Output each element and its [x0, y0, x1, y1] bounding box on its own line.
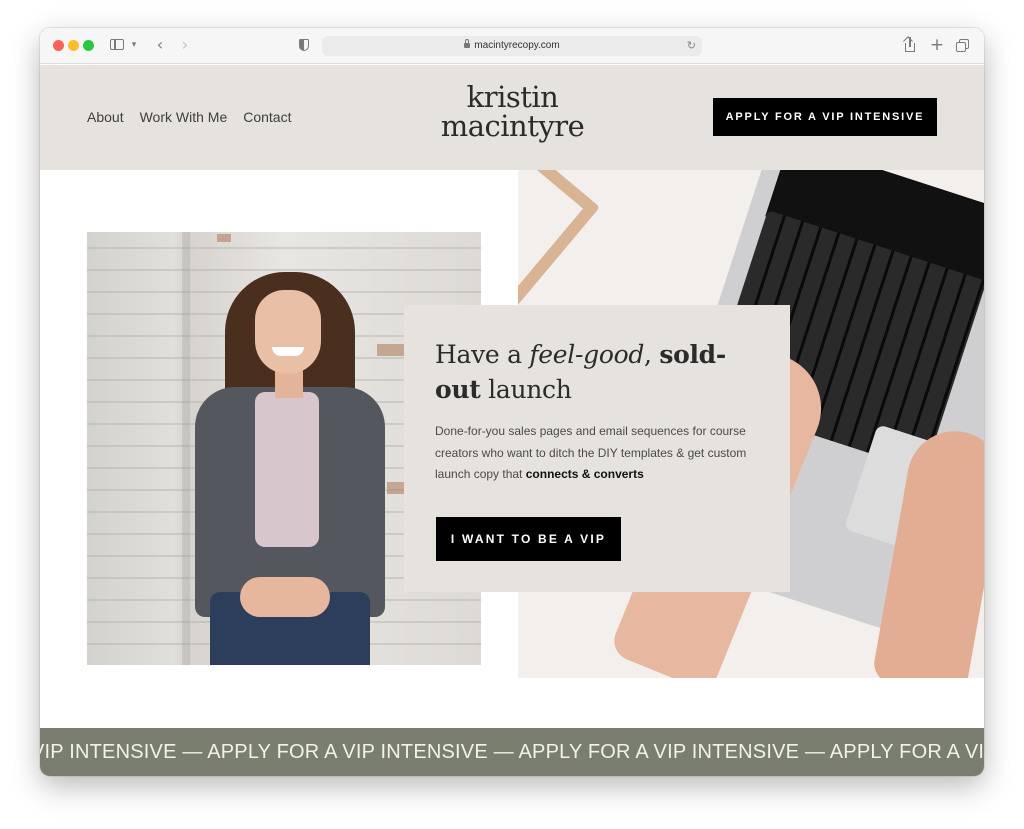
- marquee-text: VIP INTENSIVE — APPLY FOR A VIP INTENSIV…: [40, 741, 984, 763]
- share-icon[interactable]: [902, 34, 918, 56]
- url-text: macintyrecopy.com: [474, 40, 560, 51]
- site-header: About Work With Me Contact kristin macin…: [40, 65, 984, 170]
- headline-italic: feel-good: [529, 340, 645, 369]
- nav-about[interactable]: About: [87, 109, 124, 125]
- browser-window: ▾ ‹ › macintyrecopy.com ↻ + About Work W…: [40, 28, 984, 776]
- sidebar-icon[interactable]: [108, 34, 126, 56]
- nav-work-with-me[interactable]: Work With Me: [140, 109, 228, 125]
- hero-description: Done-for-you sales pages and email seque…: [435, 424, 747, 481]
- hero-description-bold: connects & converts: [525, 467, 644, 481]
- site-logo[interactable]: kristin macintyre: [430, 83, 595, 141]
- lock-icon: [464, 39, 471, 48]
- logo-line-1: kristin: [466, 80, 559, 114]
- minimize-window-button[interactable]: [68, 40, 79, 51]
- logo-line-2: macintyre: [440, 109, 585, 143]
- zoom-window-button[interactable]: [83, 40, 94, 51]
- main-nav: About Work With Me Contact: [87, 109, 291, 125]
- reload-icon[interactable]: ↻: [687, 36, 696, 56]
- address-bar[interactable]: macintyrecopy.com ↻: [322, 36, 702, 56]
- hero-card: Have a feel-good, sold-out launch Done-f…: [404, 305, 790, 592]
- browser-toolbar: ▾ ‹ › macintyrecopy.com ↻ +: [40, 28, 984, 64]
- chevron-right-icon[interactable]: ›: [177, 34, 193, 56]
- want-to-be-vip-button[interactable]: I WANT TO BE A VIP: [436, 517, 621, 561]
- chevron-down-icon[interactable]: ▾: [129, 34, 139, 56]
- marquee-banner[interactable]: VIP INTENSIVE — APPLY FOR A VIP INTENSIV…: [40, 728, 984, 776]
- close-window-button[interactable]: [53, 40, 64, 51]
- hero-headline: Have a feel-good, sold-out launch: [435, 340, 726, 404]
- hero-section: Have a feel-good, sold-out launch Done-f…: [40, 170, 984, 728]
- chevron-left-icon[interactable]: ‹: [152, 34, 168, 56]
- apply-vip-intensive-button[interactable]: APPLY FOR A VIP INTENSIVE: [713, 98, 937, 136]
- shield-icon[interactable]: [296, 34, 312, 56]
- tabs-icon[interactable]: [954, 34, 972, 56]
- nav-contact[interactable]: Contact: [243, 109, 291, 125]
- plus-icon[interactable]: +: [929, 34, 945, 56]
